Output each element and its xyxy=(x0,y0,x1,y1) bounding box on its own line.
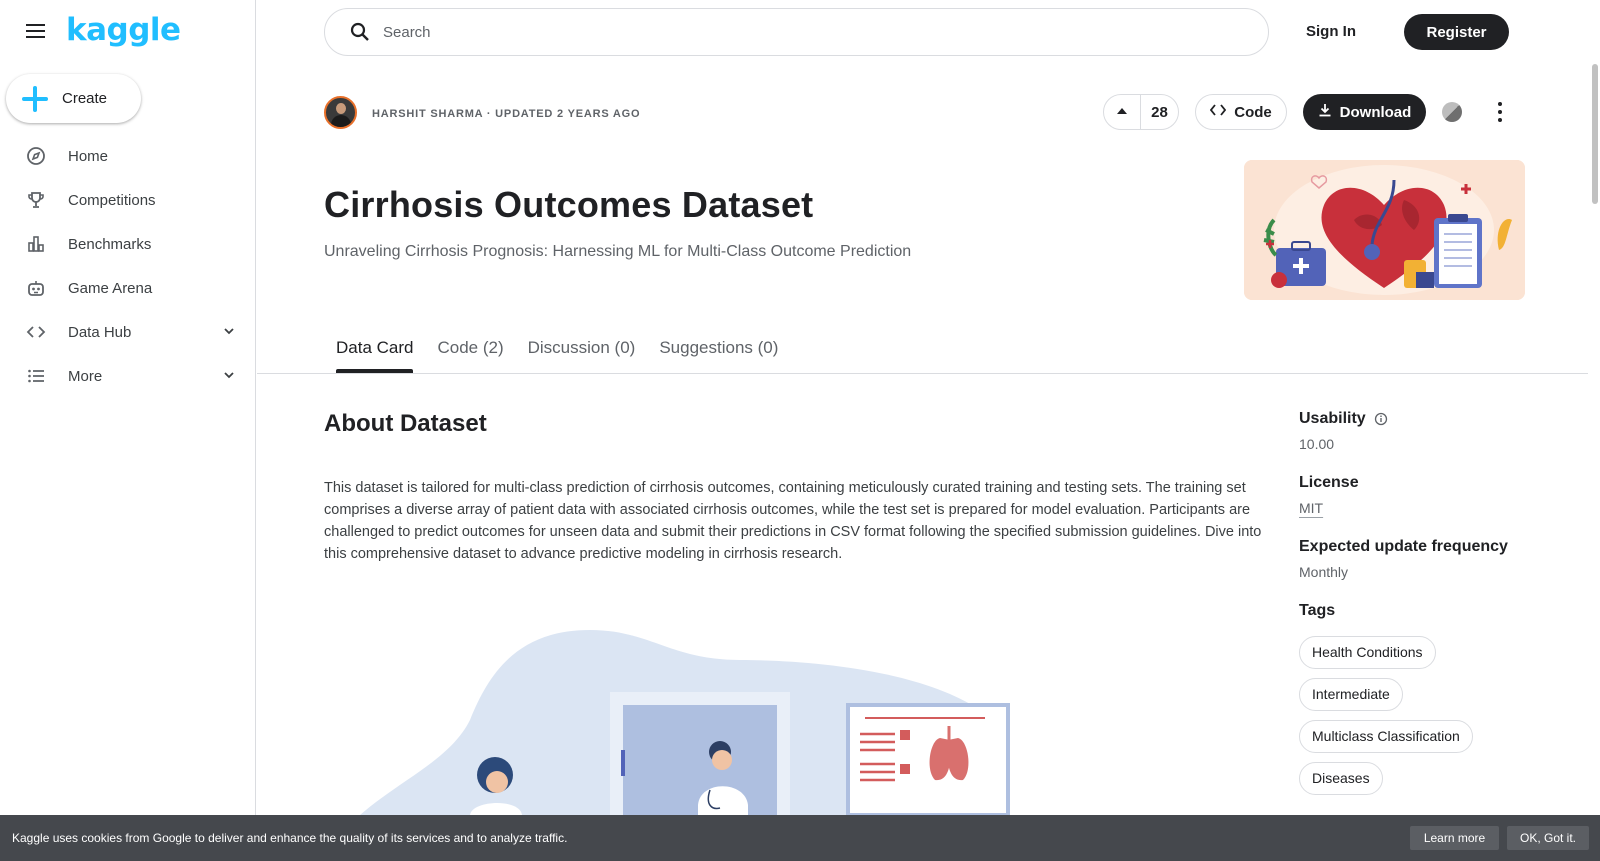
tag-chip[interactable]: Diseases xyxy=(1299,762,1383,795)
list-icon xyxy=(25,365,47,387)
tag-chip[interactable]: Health Conditions xyxy=(1299,636,1436,669)
code-brackets-icon xyxy=(1210,103,1227,122)
sign-in-button[interactable]: Sign In xyxy=(1296,20,1366,44)
upvote-button[interactable] xyxy=(1104,95,1141,129)
author-avatar[interactable] xyxy=(324,96,357,129)
tags-block: Tags Health Conditions Intermediate Mult… xyxy=(1299,602,1559,804)
search-input[interactable] xyxy=(383,23,1233,41)
register-button[interactable]: Register xyxy=(1404,14,1509,50)
license-link[interactable]: MIT xyxy=(1299,500,1559,516)
cookie-banner: Kaggle uses cookies from Google to deliv… xyxy=(0,815,1600,861)
divider xyxy=(257,373,1588,374)
search-icon xyxy=(349,21,371,43)
upvote-group: 28 xyxy=(1103,94,1179,130)
about-description: This dataset is tailored for multi-class… xyxy=(324,480,1262,562)
sidebar-item-label: More xyxy=(68,367,103,385)
tab-suggestions[interactable]: Suggestions (0) xyxy=(647,330,790,374)
dataset-meta-panel: Usability 10.00 License MIT Expected upd… xyxy=(1299,410,1559,826)
bar-chart-icon xyxy=(25,233,47,255)
usability-block: Usability 10.00 xyxy=(1299,410,1559,452)
scrollbar-thumb[interactable] xyxy=(1592,64,1598,204)
download-icon xyxy=(1318,103,1332,122)
usability-value: 10.00 xyxy=(1299,436,1335,452)
license-label: License xyxy=(1299,474,1359,491)
about-heading: About Dataset xyxy=(324,410,487,437)
upvote-count: 28 xyxy=(1151,103,1168,121)
search-bar[interactable] xyxy=(324,8,1269,56)
author-line: HARSHIT SHARMA · UPDATED 2 YEARS AGO xyxy=(372,108,641,120)
theme-toggle-icon[interactable] xyxy=(1442,102,1462,122)
sidebar: kaggle Create Home Competitions Benchmar… xyxy=(0,0,256,861)
compass-icon xyxy=(25,145,47,167)
sidebar-item-label: Data Hub xyxy=(68,323,132,341)
code-button[interactable]: Code xyxy=(1195,94,1287,130)
plus-icon xyxy=(22,85,48,112)
create-label: Create xyxy=(62,90,108,107)
license-block: License MIT xyxy=(1299,474,1559,516)
sidebar-nav: Home Competitions Benchmarks Game Arena … xyxy=(0,134,256,398)
frequency-value: Monthly xyxy=(1299,564,1349,580)
sidebar-item-more[interactable]: More xyxy=(0,354,256,398)
chevron-down-icon[interactable] xyxy=(222,368,236,387)
cookie-ok-button[interactable]: OK, Got it. xyxy=(1507,826,1589,850)
frequency-block: Expected update frequency Monthly xyxy=(1299,538,1559,580)
frequency-label: Expected update frequency xyxy=(1299,538,1508,555)
tab-discussion[interactable]: Discussion (0) xyxy=(516,330,648,374)
usability-label: Usability xyxy=(1299,410,1366,427)
sidebar-item-competitions[interactable]: Competitions xyxy=(0,178,256,222)
sidebar-item-label: Benchmarks xyxy=(68,235,152,253)
sidebar-item-label: Home xyxy=(68,147,109,165)
dataset-illustration xyxy=(360,630,1010,815)
chevron-down-icon[interactable] xyxy=(222,324,236,343)
tag-chip[interactable]: Multiclass Classification xyxy=(1299,720,1473,753)
sidebar-item-label: Game Arena xyxy=(68,279,153,297)
sidebar-item-home[interactable]: Home xyxy=(0,134,256,178)
robot-icon xyxy=(25,277,47,299)
code-brackets-icon xyxy=(25,321,47,343)
code-button-label: Code xyxy=(1234,103,1272,121)
sidebar-item-data-hub[interactable]: Data Hub xyxy=(0,310,256,354)
info-icon[interactable] xyxy=(1374,412,1388,426)
sidebar-item-benchmarks[interactable]: Benchmarks xyxy=(0,222,256,266)
more-vert-icon[interactable] xyxy=(1496,100,1504,124)
hamburger-menu-icon[interactable] xyxy=(24,20,48,44)
caret-up-icon xyxy=(1116,103,1128,121)
tab-data-card[interactable]: Data Card xyxy=(324,330,425,374)
sidebar-item-label: Competitions xyxy=(68,191,156,209)
tab-code[interactable]: Code (2) xyxy=(425,330,515,374)
page-title: Cirrhosis Outcomes Dataset xyxy=(324,184,814,225)
tags-label: Tags xyxy=(1299,602,1336,619)
tag-chip[interactable]: Intermediate xyxy=(1299,678,1403,711)
sidebar-item-game-arena[interactable]: Game Arena xyxy=(0,266,256,310)
download-button[interactable]: Download xyxy=(1303,94,1426,130)
page-subtitle: Unraveling Cirrhosis Prognosis: Harnessi… xyxy=(324,243,912,260)
cookie-message: Kaggle uses cookies from Google to deliv… xyxy=(12,831,568,845)
trophy-icon xyxy=(25,189,47,211)
dataset-tabs: Data Card Code (2) Discussion (0) Sugges… xyxy=(324,330,790,374)
dataset-cover-image xyxy=(1244,160,1525,300)
download-button-label: Download xyxy=(1339,103,1412,121)
kaggle-logo[interactable]: kaggle xyxy=(66,12,181,48)
learn-more-button[interactable]: Learn more xyxy=(1410,826,1499,850)
create-button[interactable]: Create xyxy=(6,74,141,123)
